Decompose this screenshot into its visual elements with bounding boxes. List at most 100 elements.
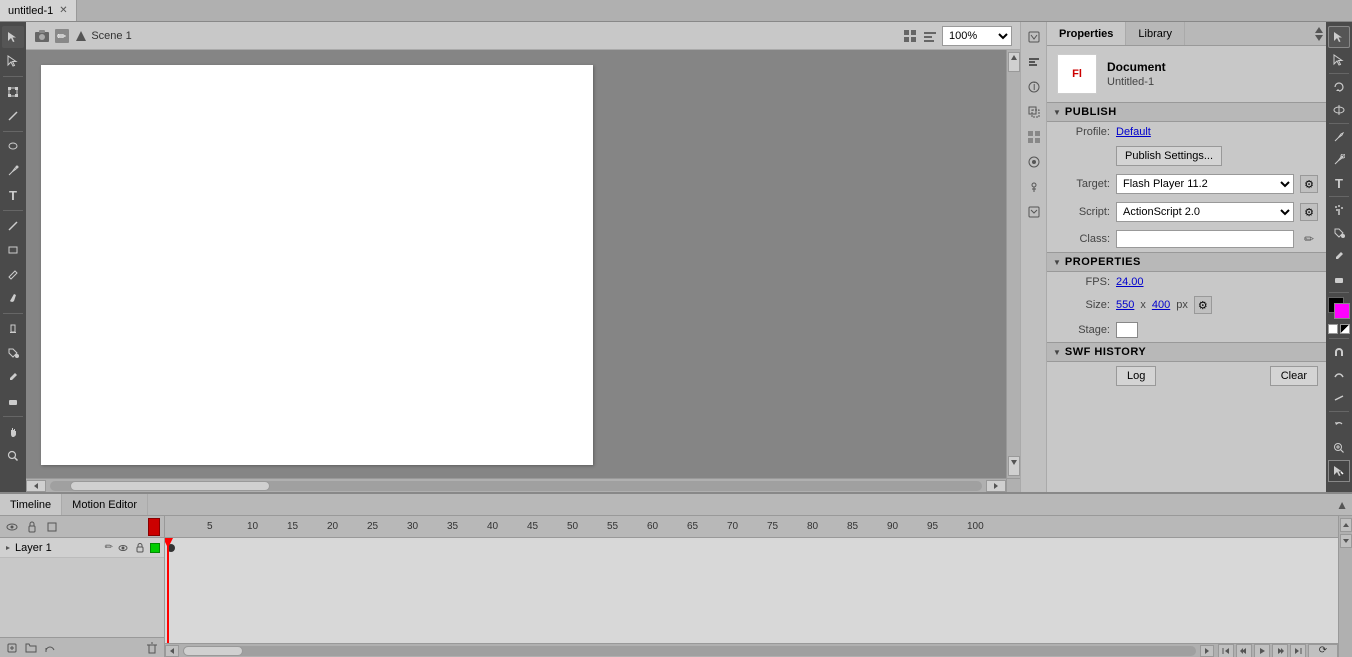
scroll-down-button[interactable] — [1008, 456, 1020, 476]
frames-scroll-left[interactable] — [165, 645, 179, 657]
frames-track[interactable] — [165, 538, 1338, 643]
h-scroll-thumb[interactable] — [70, 481, 270, 491]
canvas-scrollbar-h[interactable] — [26, 478, 1020, 492]
log-button[interactable]: Log — [1116, 366, 1156, 386]
free-transform-button[interactable] — [2, 81, 24, 103]
size-gear-button[interactable]: ⚙ — [1194, 296, 1212, 314]
class-input[interactable] — [1116, 230, 1294, 248]
output-panel-button[interactable] — [1023, 201, 1045, 223]
select-tool-button[interactable] — [2, 26, 24, 48]
frames-scroll-right[interactable] — [1200, 645, 1214, 657]
subselect-tool-button[interactable] — [2, 50, 24, 72]
script-select[interactable]: ActionScript 2.0 — [1116, 202, 1294, 222]
paint-bucket-button[interactable] — [2, 342, 24, 364]
size-height[interactable]: 400 — [1152, 299, 1170, 311]
components-panel-button[interactable] — [1023, 126, 1045, 148]
gradient-tool-button[interactable] — [2, 105, 24, 127]
add-folder-button[interactable] — [23, 640, 39, 656]
brush-tool-button[interactable] — [2, 287, 24, 309]
smooth-button[interactable] — [1328, 364, 1350, 386]
pen-rtool-button[interactable] — [1328, 126, 1350, 148]
paint-rtool-button[interactable] — [1328, 222, 1350, 244]
hand-tool-button[interactable] — [2, 421, 24, 443]
script-gear-button[interactable]: ⚙ — [1300, 203, 1318, 221]
zoom-tool-button[interactable] — [2, 445, 24, 467]
scroll-right-button[interactable] — [986, 480, 1006, 492]
transform-panel-button[interactable] — [1023, 101, 1045, 123]
align-panel-button[interactable] — [1023, 51, 1045, 73]
rotate-tool-button[interactable] — [1328, 76, 1350, 98]
timeline-collapse-button[interactable]: ▲ — [1336, 498, 1348, 512]
step-back-button[interactable] — [1236, 644, 1252, 657]
clear-button[interactable]: Clear — [1270, 366, 1318, 386]
playhead-indicator[interactable] — [148, 518, 160, 536]
delete-layer-button[interactable] — [144, 640, 160, 656]
tl-scroll-down[interactable] — [1340, 534, 1352, 548]
movie-clip-button[interactable] — [1023, 151, 1045, 173]
stage-color-picker[interactable] — [1116, 322, 1138, 338]
panel-scroll-control[interactable] — [1312, 23, 1326, 45]
undo-button[interactable] — [1328, 414, 1350, 436]
size-width[interactable]: 550 — [1116, 299, 1134, 311]
subselection-arrow-button[interactable] — [1328, 49, 1350, 71]
add-motion-guide-button[interactable] — [42, 640, 58, 656]
tab-library[interactable]: Library — [1126, 22, 1185, 45]
stage-canvas[interactable] — [41, 65, 593, 465]
pencil-tool-button[interactable] — [2, 263, 24, 285]
text-rtool-button[interactable]: T — [1328, 172, 1350, 194]
3d-rotate-button[interactable] — [1328, 99, 1350, 121]
class-edit-button[interactable]: ✏ — [1300, 230, 1318, 248]
scroll-up-button[interactable] — [1008, 52, 1020, 72]
playhead[interactable] — [167, 538, 169, 643]
align-icon[interactable] — [922, 28, 938, 44]
tab-timeline[interactable]: Timeline — [0, 494, 62, 515]
zoom-select[interactable]: 100% 50% 200% Fit in Window — [942, 26, 1012, 46]
fill-color-swatch[interactable] — [1334, 303, 1350, 319]
eraser-button[interactable] — [2, 390, 24, 412]
frames-scroll-track[interactable] — [183, 646, 1196, 656]
spray-brush-button[interactable] — [1328, 199, 1350, 221]
target-gear-button[interactable]: ⚙ — [1300, 175, 1318, 193]
stage-wrapper[interactable] — [26, 50, 1006, 478]
profile-value[interactable]: Default — [1116, 126, 1151, 138]
play-button[interactable] — [1254, 644, 1270, 657]
layer-visibility-icon[interactable] — [116, 541, 130, 555]
arrow-tool-button[interactable] — [1328, 26, 1350, 48]
go-to-end-button[interactable] — [1290, 644, 1306, 657]
frames-scrollbar-h[interactable]: ⟳ — [165, 643, 1338, 657]
rect-tool-button[interactable] — [2, 239, 24, 261]
motion-presets-button[interactable] — [1023, 26, 1045, 48]
lock-icon[interactable] — [24, 519, 40, 535]
eye-icon[interactable] — [4, 519, 20, 535]
snap-icon[interactable] — [902, 28, 918, 44]
layer-pencil-icon[interactable]: ✏ — [105, 542, 113, 553]
fps-value[interactable]: 24.00 — [1116, 276, 1144, 288]
tab-close-button[interactable]: ✕ — [59, 5, 67, 16]
timeline-scrollbar-v[interactable] — [1338, 516, 1352, 657]
resize-corner[interactable] — [1006, 479, 1020, 493]
info-panel-button[interactable]: i — [1023, 76, 1045, 98]
h-scroll-track[interactable] — [50, 481, 982, 491]
step-forward-button[interactable] — [1272, 644, 1288, 657]
ink-bottle-button[interactable] — [2, 318, 24, 340]
swap-colors-button[interactable] — [1340, 324, 1350, 334]
reset-colors-button[interactable] — [1328, 324, 1338, 334]
canvas-scrollbar-v[interactable] — [1006, 50, 1020, 478]
tab-motion-editor[interactable]: Motion Editor — [62, 494, 148, 515]
zoom-in-button[interactable] — [1328, 437, 1350, 459]
publish-settings-button[interactable]: Publish Settings... — [1116, 146, 1222, 166]
properties-section-header[interactable]: ▼ PROPERTIES — [1047, 252, 1326, 272]
layer-1-row[interactable]: Layer 1 ✏ — [0, 538, 164, 558]
snap-magnet-button[interactable] — [1328, 341, 1350, 363]
tab-untitled-1[interactable]: untitled-1 ✕ — [0, 0, 77, 21]
eyedropper-rtool-button[interactable] — [1328, 245, 1350, 267]
scroll-left-button[interactable] — [26, 480, 46, 492]
target-select[interactable]: Flash Player 11.2 — [1116, 174, 1294, 194]
eyedropper-button[interactable] — [2, 366, 24, 388]
publish-section-header[interactable]: ▼ PUBLISH — [1047, 102, 1326, 122]
go-to-start-button[interactable] — [1218, 644, 1234, 657]
anchor-tool-button[interactable] — [1328, 149, 1350, 171]
straighten-button[interactable] — [1328, 387, 1350, 409]
line-tool-button[interactable] — [2, 215, 24, 237]
lasso-tool-button[interactable] — [2, 136, 24, 158]
